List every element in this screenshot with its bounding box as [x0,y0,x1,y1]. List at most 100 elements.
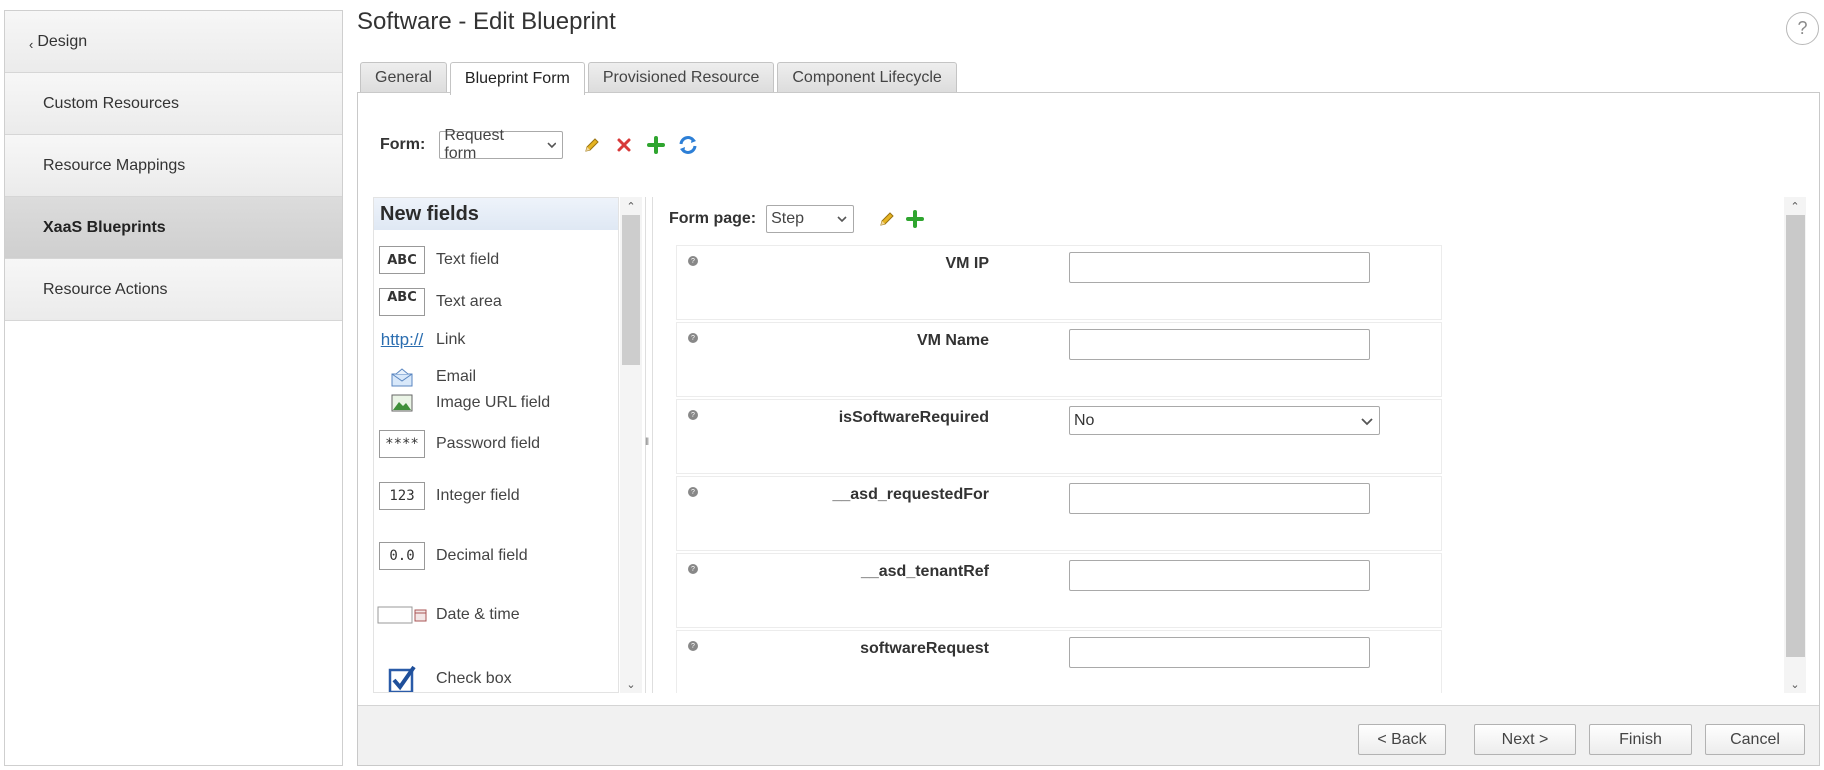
edit-form-button[interactable] [581,134,603,156]
plus-icon [906,210,925,228]
form-field-row[interactable]: ? softwareRequest [676,630,1442,693]
form-field-row[interactable]: ? VM Name [676,322,1442,397]
palette-item-label: Text area [436,293,502,310]
palette-text-area[interactable]: ABC Text area [374,288,614,316]
form-toolbar: Form: Request form [380,127,699,162]
sidebar-back-design[interactable]: ‹ Design [5,11,342,73]
pencil-icon [880,212,894,226]
vm-ip-input[interactable] [1069,252,1370,283]
palette-text-field[interactable]: ABC Text field [374,246,614,274]
sidebar-item-xaas-blueprints[interactable]: XaaS Blueprints [5,197,342,259]
add-form-page-button[interactable] [904,208,926,230]
chevron-down-icon [837,216,847,223]
blueprint-form-panel: Form: Request form New fields ABC Text f… [357,92,1820,766]
form-select-value: Request form [444,127,504,162]
form-label: Form: [380,136,426,153]
form-select[interactable]: Request form [439,127,564,162]
field-info-icon[interactable]: ? [688,256,698,266]
palette-item-label: Decimal field [436,547,528,564]
palette-date-time[interactable]: Date & time [374,606,614,624]
field-info-icon[interactable]: ? [688,487,698,497]
form-page-area: Form page: Step ? VM IP ? VM Name ? isSo… [662,197,1797,693]
image-icon [391,394,413,412]
asd-tenant-ref-input[interactable] [1069,560,1370,591]
form-field-row[interactable]: ? isSoftwareRequired No [676,399,1442,474]
scroll-down-icon[interactable]: ⌄ [1784,675,1806,693]
palette-scroll-thumb[interactable] [622,215,640,365]
delete-form-button[interactable] [613,134,635,156]
edit-form-page-button[interactable] [876,208,898,230]
chevron-down-icon [1361,417,1373,425]
field-info-icon[interactable]: ? [688,410,698,420]
email-icon [391,368,413,387]
select-value: No [1074,411,1095,429]
palette-email[interactable]: Email [374,366,614,388]
palette-password-field[interactable]: **** Password field [374,430,614,458]
checkbox-icon [388,665,416,692]
palette-link[interactable]: http:// Link [374,330,614,350]
tab-component-lifecycle[interactable]: Component Lifecycle [777,62,957,93]
splitter-grip-icon: ‖ [645,437,650,448]
sidebar-item-resource-mappings[interactable]: Resource Mappings [5,135,342,197]
pencil-icon [585,138,600,152]
refresh-icon [679,136,697,154]
field-label: isSoftwareRequired [838,409,989,426]
palette-scrollbar[interactable]: ⌃ ⌄ [620,197,642,693]
tab-provisioned-resource[interactable]: Provisioned Resource [587,62,775,93]
palette-image-url-field[interactable]: Image URL field [374,394,614,412]
next-button[interactable]: Next > [1474,724,1576,755]
field-info-icon[interactable]: ? [688,333,698,343]
palette-integer-field[interactable]: 123 Integer field [374,482,614,510]
back-button[interactable]: < Back [1358,724,1446,755]
is-software-required-select[interactable]: No [1069,406,1380,435]
sidebar-item-label: Custom Resources [43,94,180,112]
help-button[interactable]: ? [1786,12,1819,45]
tab-bar: General Blueprint Form Provisioned Resou… [360,62,960,95]
sidebar-item-label: Resource Mappings [43,156,186,174]
scroll-down-icon[interactable]: ⌄ [620,675,642,693]
form-page-toolbar: Form page: Step [669,205,926,233]
field-label: VM IP [945,255,989,272]
chevron-down-icon [546,142,556,149]
sidebar-item-resource-actions[interactable]: Resource Actions [5,259,342,321]
field-info-icon[interactable]: ? [688,564,698,574]
form-field-row[interactable]: ? __asd_tenantRef [676,553,1442,628]
new-fields-palette: New fields ABC Text field ABC Text area … [373,197,619,693]
palette-item-label: Image URL field [436,394,551,411]
finish-button[interactable]: Finish [1589,724,1692,755]
field-label: __asd_requestedFor [832,486,989,503]
link-icon: http:// [380,330,424,349]
software-request-input[interactable] [1069,637,1370,668]
palette-item-label: Password field [436,435,541,452]
sidebar-item-label: Resource Actions [43,280,168,298]
palette-item-label: Text field [436,251,500,268]
refresh-form-button[interactable] [677,134,699,156]
panel-splitter[interactable]: ‖ [645,197,653,693]
integer-icon: 123 [379,482,425,510]
tab-general[interactable]: General [360,62,447,93]
add-form-button[interactable] [645,134,667,156]
tab-blueprint-form[interactable]: Blueprint Form [449,62,585,95]
form-field-row[interactable]: ? __asd_requestedFor [676,476,1442,551]
form-page-scroll-thumb[interactable] [1786,215,1805,657]
calendar-icon [377,606,427,624]
cancel-button[interactable]: Cancel [1705,724,1805,755]
password-icon: **** [379,430,425,458]
field-info-icon[interactable]: ? [688,641,698,651]
sidebar-item-custom-resources[interactable]: Custom Resources [5,73,342,135]
scroll-up-icon[interactable]: ⌃ [1784,197,1806,215]
palette-check-box[interactable]: Check box [374,664,614,692]
vm-name-input[interactable] [1069,329,1370,360]
palette-item-label: Link [436,331,466,348]
wizard-footer: < Back Next > Finish Cancel [358,705,1819,765]
scroll-up-icon[interactable]: ⌃ [620,197,642,215]
form-field-row[interactable]: ? VM IP [676,245,1442,320]
palette-decimal-field[interactable]: 0.0 Decimal field [374,542,614,570]
field-label: softwareRequest [860,640,989,657]
plus-icon [647,136,666,154]
asd-requested-for-input[interactable] [1069,483,1370,514]
form-page-scrollbar[interactable]: ⌃ ⌄ [1784,197,1806,693]
form-page-select[interactable]: Step [766,205,855,233]
help-icon: ? [1797,18,1808,38]
sidebar-item-label: XaaS Blueprints [43,218,166,236]
